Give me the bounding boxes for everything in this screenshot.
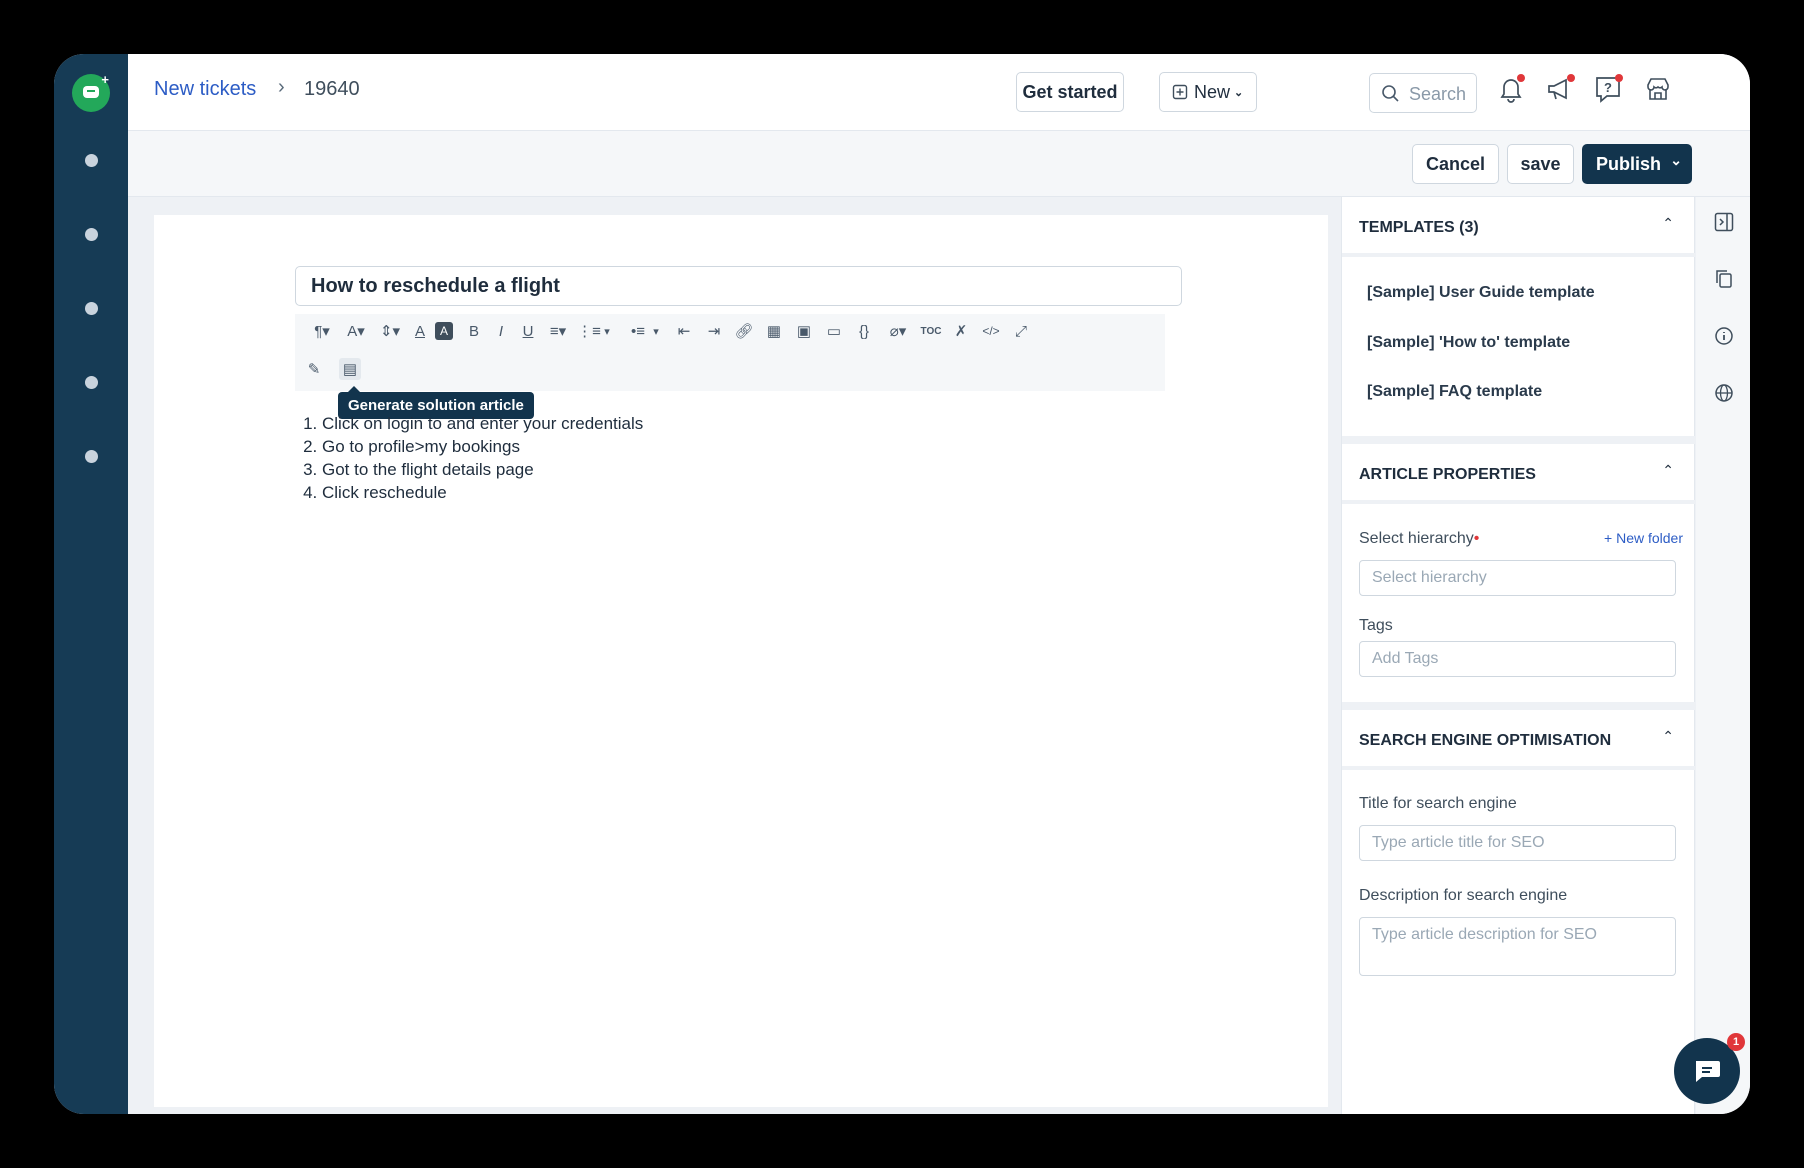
list-item: Go to profile>my bookings [322, 435, 643, 458]
brush-icon[interactable]: ✎ [303, 358, 325, 380]
new-button-label: New [1194, 81, 1231, 102]
tags-input[interactable]: Add Tags [1359, 641, 1676, 677]
seo-heading: SEARCH ENGINE OPTIMISATION [1359, 732, 1612, 749]
templates-heading: TEMPLATES (3) [1359, 219, 1479, 236]
cancel-button[interactable]: Cancel [1412, 144, 1499, 184]
article-steps-list[interactable]: Click on login to and enter your credent… [302, 412, 643, 504]
chevron-up-icon[interactable]: ⌃ [1662, 728, 1674, 745]
ordered-list-icon[interactable]: ⋮≡ [577, 320, 601, 342]
tags-label: Tags [1359, 617, 1393, 634]
template-item[interactable]: [Sample] 'How to' template [1367, 334, 1570, 352]
generate-article-icon[interactable]: ▤ [339, 358, 361, 380]
seo-description-label: Description for search engine [1359, 887, 1568, 904]
article-properties-section-header[interactable]: ARTICLE PROPERTIES ⌃ [1342, 444, 1696, 504]
list-item: Click reschedule [322, 481, 643, 504]
video-icon[interactable]: ▭ [823, 320, 845, 342]
attachment-icon[interactable]: ⌀▾ [883, 320, 913, 342]
copy-icon[interactable] [1713, 268, 1735, 290]
top-header: New tickets › 19640 Get started New ⌄ Se… [128, 54, 1750, 131]
background-color-icon[interactable]: A [435, 322, 453, 340]
nav-item-4[interactable] [85, 376, 98, 389]
seo-title-input[interactable]: Type article title for SEO [1359, 825, 1676, 861]
chat-unread-badge: 1 [1727, 1033, 1745, 1051]
globe-icon[interactable] [1713, 382, 1735, 404]
unordered-list-icon[interactable]: •≡ [627, 320, 649, 342]
new-dropdown-button[interactable]: New ⌄ [1159, 72, 1257, 112]
source-code-icon[interactable]: </> [980, 320, 1002, 342]
paragraph-format-icon[interactable]: ¶▾ [307, 320, 337, 342]
image-icon[interactable]: ▣ [793, 320, 815, 342]
align-icon[interactable]: ≡▾ [543, 320, 573, 342]
editor-toolbar: ¶▾ A▾ ⇕▾ A A B I U ≡▾ ⋮≡ ▾ •≡ ▾ ⇤ ⇥ 🔗︎ ▦… [295, 314, 1165, 391]
app-logo[interactable]: + [72, 72, 110, 112]
table-icon[interactable]: ▦ [763, 320, 785, 342]
save-button[interactable]: save [1507, 144, 1574, 184]
article-settings-panel: TEMPLATES (3) ⌃ [Sample] User Guide temp… [1341, 197, 1696, 1114]
seo-title-label: Title for search engine [1359, 795, 1517, 812]
publish-label: Publish [1596, 153, 1662, 174]
link-icon[interactable]: 🔗︎ [733, 320, 755, 342]
article-editor: How to reschedule a flight ¶▾ A▾ ⇕▾ A A … [154, 215, 1328, 1107]
marketplace-store-icon[interactable] [1641, 72, 1675, 106]
search-placeholder: Search [1409, 84, 1467, 104]
template-item[interactable]: [Sample] FAQ template [1367, 383, 1542, 401]
chevron-up-icon[interactable]: ⌃ [1662, 215, 1674, 232]
templates-section-header[interactable]: TEMPLATES (3) ⌃ [1342, 197, 1696, 257]
nav-item-3[interactable] [85, 302, 98, 315]
nav-item-5[interactable] [85, 450, 98, 463]
get-started-button[interactable]: Get started [1016, 72, 1124, 112]
hierarchy-select[interactable]: Select hierarchy [1359, 560, 1676, 596]
bold-icon[interactable]: B [463, 320, 485, 342]
hierarchy-label: Select hierarchy• [1359, 530, 1480, 547]
font-family-icon[interactable]: A▾ [341, 320, 371, 342]
breadcrumb-parent-link[interactable]: New tickets [154, 78, 256, 101]
new-folder-link[interactable]: + New folder [1604, 530, 1683, 546]
megaphone-icon[interactable] [1543, 72, 1577, 106]
article-title-input[interactable]: How to reschedule a flight [295, 266, 1182, 306]
chevron-up-icon[interactable]: ⌃ [1662, 462, 1674, 479]
template-item[interactable]: [Sample] User Guide template [1367, 284, 1595, 302]
seo-section-header[interactable]: SEARCH ENGINE OPTIMISATION ⌃ [1342, 710, 1696, 770]
chevron-down-icon: ⌄ [1234, 86, 1244, 99]
nav-item-1[interactable] [85, 154, 98, 167]
list-item: Got to the flight details page [322, 458, 643, 481]
search-icon [1382, 85, 1399, 102]
collapse-panel-icon[interactable] [1713, 211, 1735, 233]
list-item: Click on login to and enter your credent… [322, 412, 643, 435]
app-window: + New tickets › 19640 Get started New ⌄ … [54, 54, 1750, 1114]
section-divider [1342, 436, 1696, 444]
chat-logo-icon [83, 86, 99, 98]
left-nav-rail: + [54, 54, 128, 1114]
article-properties-heading: ARTICLE PROPERTIES [1359, 466, 1536, 483]
fullscreen-icon[interactable]: ⤢ [1010, 320, 1032, 342]
font-size-icon[interactable]: ⇕▾ [375, 320, 405, 342]
outdent-icon[interactable]: ⇤ [673, 320, 695, 342]
chevron-down-icon[interactable]: ⌄ [1670, 152, 1682, 169]
text-color-icon[interactable]: A [409, 320, 431, 342]
italic-icon[interactable]: I [490, 320, 512, 342]
nav-item-2[interactable] [85, 228, 98, 241]
info-icon[interactable] [1713, 325, 1735, 347]
unordered-list-chevron-icon[interactable]: ▾ [649, 320, 663, 342]
toc-icon[interactable]: TOC [920, 320, 942, 342]
clear-format-icon[interactable]: ✗ [950, 320, 972, 342]
help-icon[interactable]: ? [1591, 72, 1625, 106]
publish-button[interactable]: Publish ⌄ [1582, 144, 1692, 184]
code-block-icon[interactable]: {} [853, 320, 875, 342]
ordered-list-chevron-icon[interactable]: ▾ [600, 320, 614, 342]
search-input[interactable]: Search [1369, 73, 1477, 113]
breadcrumb-current: 19640 [304, 78, 360, 100]
breadcrumb-separator: › [278, 76, 285, 98]
seo-description-textarea[interactable]: Type article description for SEO [1359, 917, 1676, 976]
required-marker: • [1473, 530, 1480, 547]
right-icon-strip [1696, 197, 1750, 1114]
svg-text:?: ? [1604, 80, 1612, 95]
chat-icon [1696, 1061, 1720, 1082]
underline-icon[interactable]: U [517, 320, 539, 342]
section-divider [1342, 702, 1696, 710]
notifications-bell-icon[interactable] [1494, 72, 1528, 106]
indent-icon[interactable]: ⇥ [703, 320, 725, 342]
plus-square-icon [1172, 84, 1188, 100]
